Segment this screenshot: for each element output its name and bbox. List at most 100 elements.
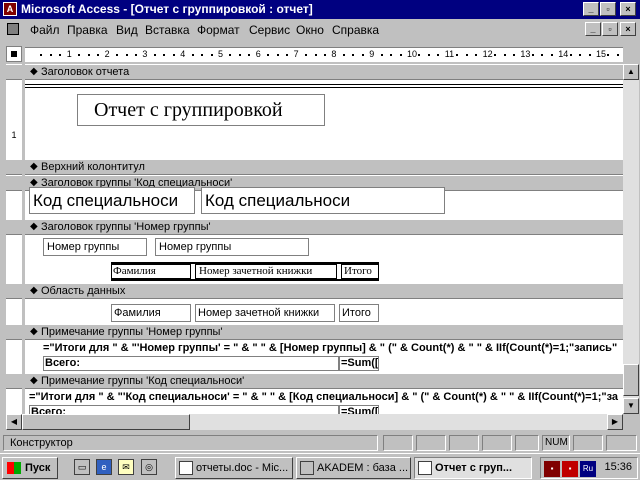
horizontal-scrollbar[interactable]: ◀ ▶ xyxy=(6,414,623,430)
task-word[interactable]: отчеты.doc - Mic... xyxy=(175,457,293,479)
menu-format[interactable]: Формат xyxy=(197,23,240,37)
task-label: отчеты.doc - Mic... xyxy=(196,462,289,474)
status-bar: Конструктор NUM xyxy=(0,433,640,453)
menu-view[interactable]: Вид xyxy=(116,23,138,37)
section-label: Область данных xyxy=(41,285,126,297)
menu-bar: Файл Правка Вид Вставка Формат Сервис Ок… xyxy=(0,19,640,40)
system-tray: ▪ ▪ Ru 15:36 xyxy=(540,457,638,479)
ruler-dot xyxy=(314,54,317,56)
document-icon[interactable] xyxy=(7,23,19,35)
group-footer-sum[interactable]: =Sum([ xyxy=(339,356,379,371)
ruler-dot xyxy=(352,54,355,56)
show-desktop-icon[interactable]: ▭ xyxy=(74,459,90,475)
window-title: Microsoft Access - [Отчет с группировкой… xyxy=(21,2,313,16)
title-bar[interactable]: A Microsoft Access - [Отчет с группировк… xyxy=(0,0,640,19)
start-label: Пуск xyxy=(25,462,51,474)
tray-icon[interactable]: ▪ xyxy=(562,461,578,477)
close-button[interactable]: × xyxy=(620,2,636,16)
menu-tools[interactable]: Сервис xyxy=(249,23,290,37)
group-footer-expression[interactable]: ="Итоги для " & "'Номер группы' = " & " … xyxy=(43,342,617,354)
report-title-label[interactable]: Отчет с группировкой xyxy=(77,94,325,126)
doc-minimize-button[interactable]: _ xyxy=(585,22,601,36)
column-book-label[interactable]: Номер зачетной книжки xyxy=(195,264,337,279)
spec-footer-expression[interactable]: ="Итоги для " & "'Код специальноси' = " … xyxy=(29,391,618,403)
scroll-right-icon[interactable]: ▶ xyxy=(607,414,623,430)
ruler-tick: 12 xyxy=(482,49,493,59)
group-footer-total-label[interactable]: Всего: xyxy=(43,356,339,371)
tray-icon[interactable]: ▪ xyxy=(544,461,560,477)
column-total-label[interactable]: Итого xyxy=(341,264,379,279)
ruler-dot xyxy=(248,54,251,56)
scroll-down-icon[interactable]: ▼ xyxy=(623,398,639,414)
doc-restore-button[interactable]: ▫ xyxy=(602,22,618,36)
ruler-dot xyxy=(380,54,383,56)
ruler-dot xyxy=(616,54,619,56)
report-selector[interactable] xyxy=(6,46,22,62)
detail-surname-field[interactable]: Фамилия xyxy=(111,304,191,322)
spec-label[interactable]: Код специальноси xyxy=(29,187,195,214)
channels-icon[interactable]: ◎ xyxy=(141,459,157,475)
section-label: Примечание группы 'Код специальноси' xyxy=(41,375,245,387)
maximize-button[interactable]: ▫ xyxy=(600,2,616,16)
clock: 15:36 xyxy=(604,461,632,473)
report-canvas[interactable]: ◆ Заголовок отчета Отчет с группировкой … xyxy=(25,64,623,414)
horizontal-scroll-thumb[interactable] xyxy=(22,414,190,430)
ruler-dot xyxy=(531,54,534,56)
task-report[interactable]: Отчет с груп... xyxy=(414,457,532,479)
outlook-express-icon[interactable]: ✉ xyxy=(118,459,134,475)
detail-total-field[interactable]: Итого xyxy=(339,304,379,322)
ruler-tick: 2 xyxy=(104,49,110,59)
section-arrow-icon: ◆ xyxy=(30,161,38,172)
group-label[interactable]: Номер группы xyxy=(43,238,147,256)
section-page-header[interactable]: ◆ Верхний колонтитул xyxy=(25,159,623,175)
vruler-mark: 1 xyxy=(6,80,22,159)
vertical-ruler[interactable]: 1 xyxy=(6,64,22,414)
num-indicator: NUM xyxy=(542,435,570,451)
access-icon[interactable]: A xyxy=(3,2,17,16)
ruler-dot xyxy=(238,54,241,56)
task-label: Отчет с груп... xyxy=(435,462,513,474)
doc-close-button[interactable]: × xyxy=(620,22,636,36)
section-report-header[interactable]: ◆ Заголовок отчета xyxy=(25,64,623,80)
horizontal-ruler[interactable]: 1 2 3 4 5 6 7 8 9 10 11 12 13 14 15 xyxy=(25,47,623,62)
ruler-dot xyxy=(437,54,440,56)
ruler-tick: 11 xyxy=(444,49,455,59)
language-indicator[interactable]: Ru xyxy=(580,461,596,477)
spec-footer-sum[interactable]: =Sum([ xyxy=(339,405,379,414)
menu-help[interactable]: Справка xyxy=(332,23,379,37)
ruler-dot xyxy=(512,54,515,56)
ruler-tick: 5 xyxy=(218,49,224,59)
section-group-footer-spec[interactable]: ◆ Примечание группы 'Код специальноси' xyxy=(25,373,623,389)
menu-insert[interactable]: Вставка xyxy=(145,23,190,37)
ruler-dot xyxy=(267,54,270,56)
ruler-tick: 4 xyxy=(180,49,186,59)
scroll-up-icon[interactable]: ▲ xyxy=(623,64,639,80)
vertical-scrollbar[interactable]: ▲ ▼ xyxy=(623,64,639,414)
ruler-tick: 15 xyxy=(596,49,607,59)
ruler-dot xyxy=(361,54,364,56)
menu-window[interactable]: Окно xyxy=(296,23,324,37)
ruler-dot xyxy=(49,54,52,56)
column-surname-label[interactable]: Фамилия xyxy=(111,264,191,279)
group-field[interactable]: Номер группы xyxy=(155,238,309,256)
minimize-button[interactable]: _ xyxy=(583,2,599,16)
detail-book-field[interactable]: Номер зачетной книжки xyxy=(195,304,335,322)
section-group-header-group[interactable]: ◆ Заголовок группы 'Номер группы' xyxy=(25,219,623,235)
ruler-dot xyxy=(607,54,610,56)
word-icon xyxy=(179,461,193,475)
section-detail[interactable]: ◆ Область данных xyxy=(25,283,623,299)
scroll-left-icon[interactable]: ◀ xyxy=(6,414,22,430)
menu-file[interactable]: Файл xyxy=(30,23,60,37)
ruler-dot xyxy=(97,54,100,56)
spec-footer-total-label[interactable]: Всего: xyxy=(29,405,339,414)
ruler-dot xyxy=(276,54,279,56)
start-button[interactable]: Пуск xyxy=(2,457,58,479)
internet-explorer-icon[interactable]: e xyxy=(96,459,112,475)
task-access-db[interactable]: AKADEM : база ... xyxy=(296,457,411,479)
taskbar: Пуск ▭ e ✉ ◎ отчеты.doc - Mic... AKADEM … xyxy=(0,453,640,480)
section-group-footer-group[interactable]: ◆ Примечание группы 'Номер группы' xyxy=(25,324,623,340)
menu-edit[interactable]: Правка xyxy=(67,23,108,37)
ruler-dot xyxy=(503,54,506,56)
vertical-scroll-thumb[interactable] xyxy=(623,364,639,396)
spec-field[interactable]: Код специальноси xyxy=(201,187,445,214)
